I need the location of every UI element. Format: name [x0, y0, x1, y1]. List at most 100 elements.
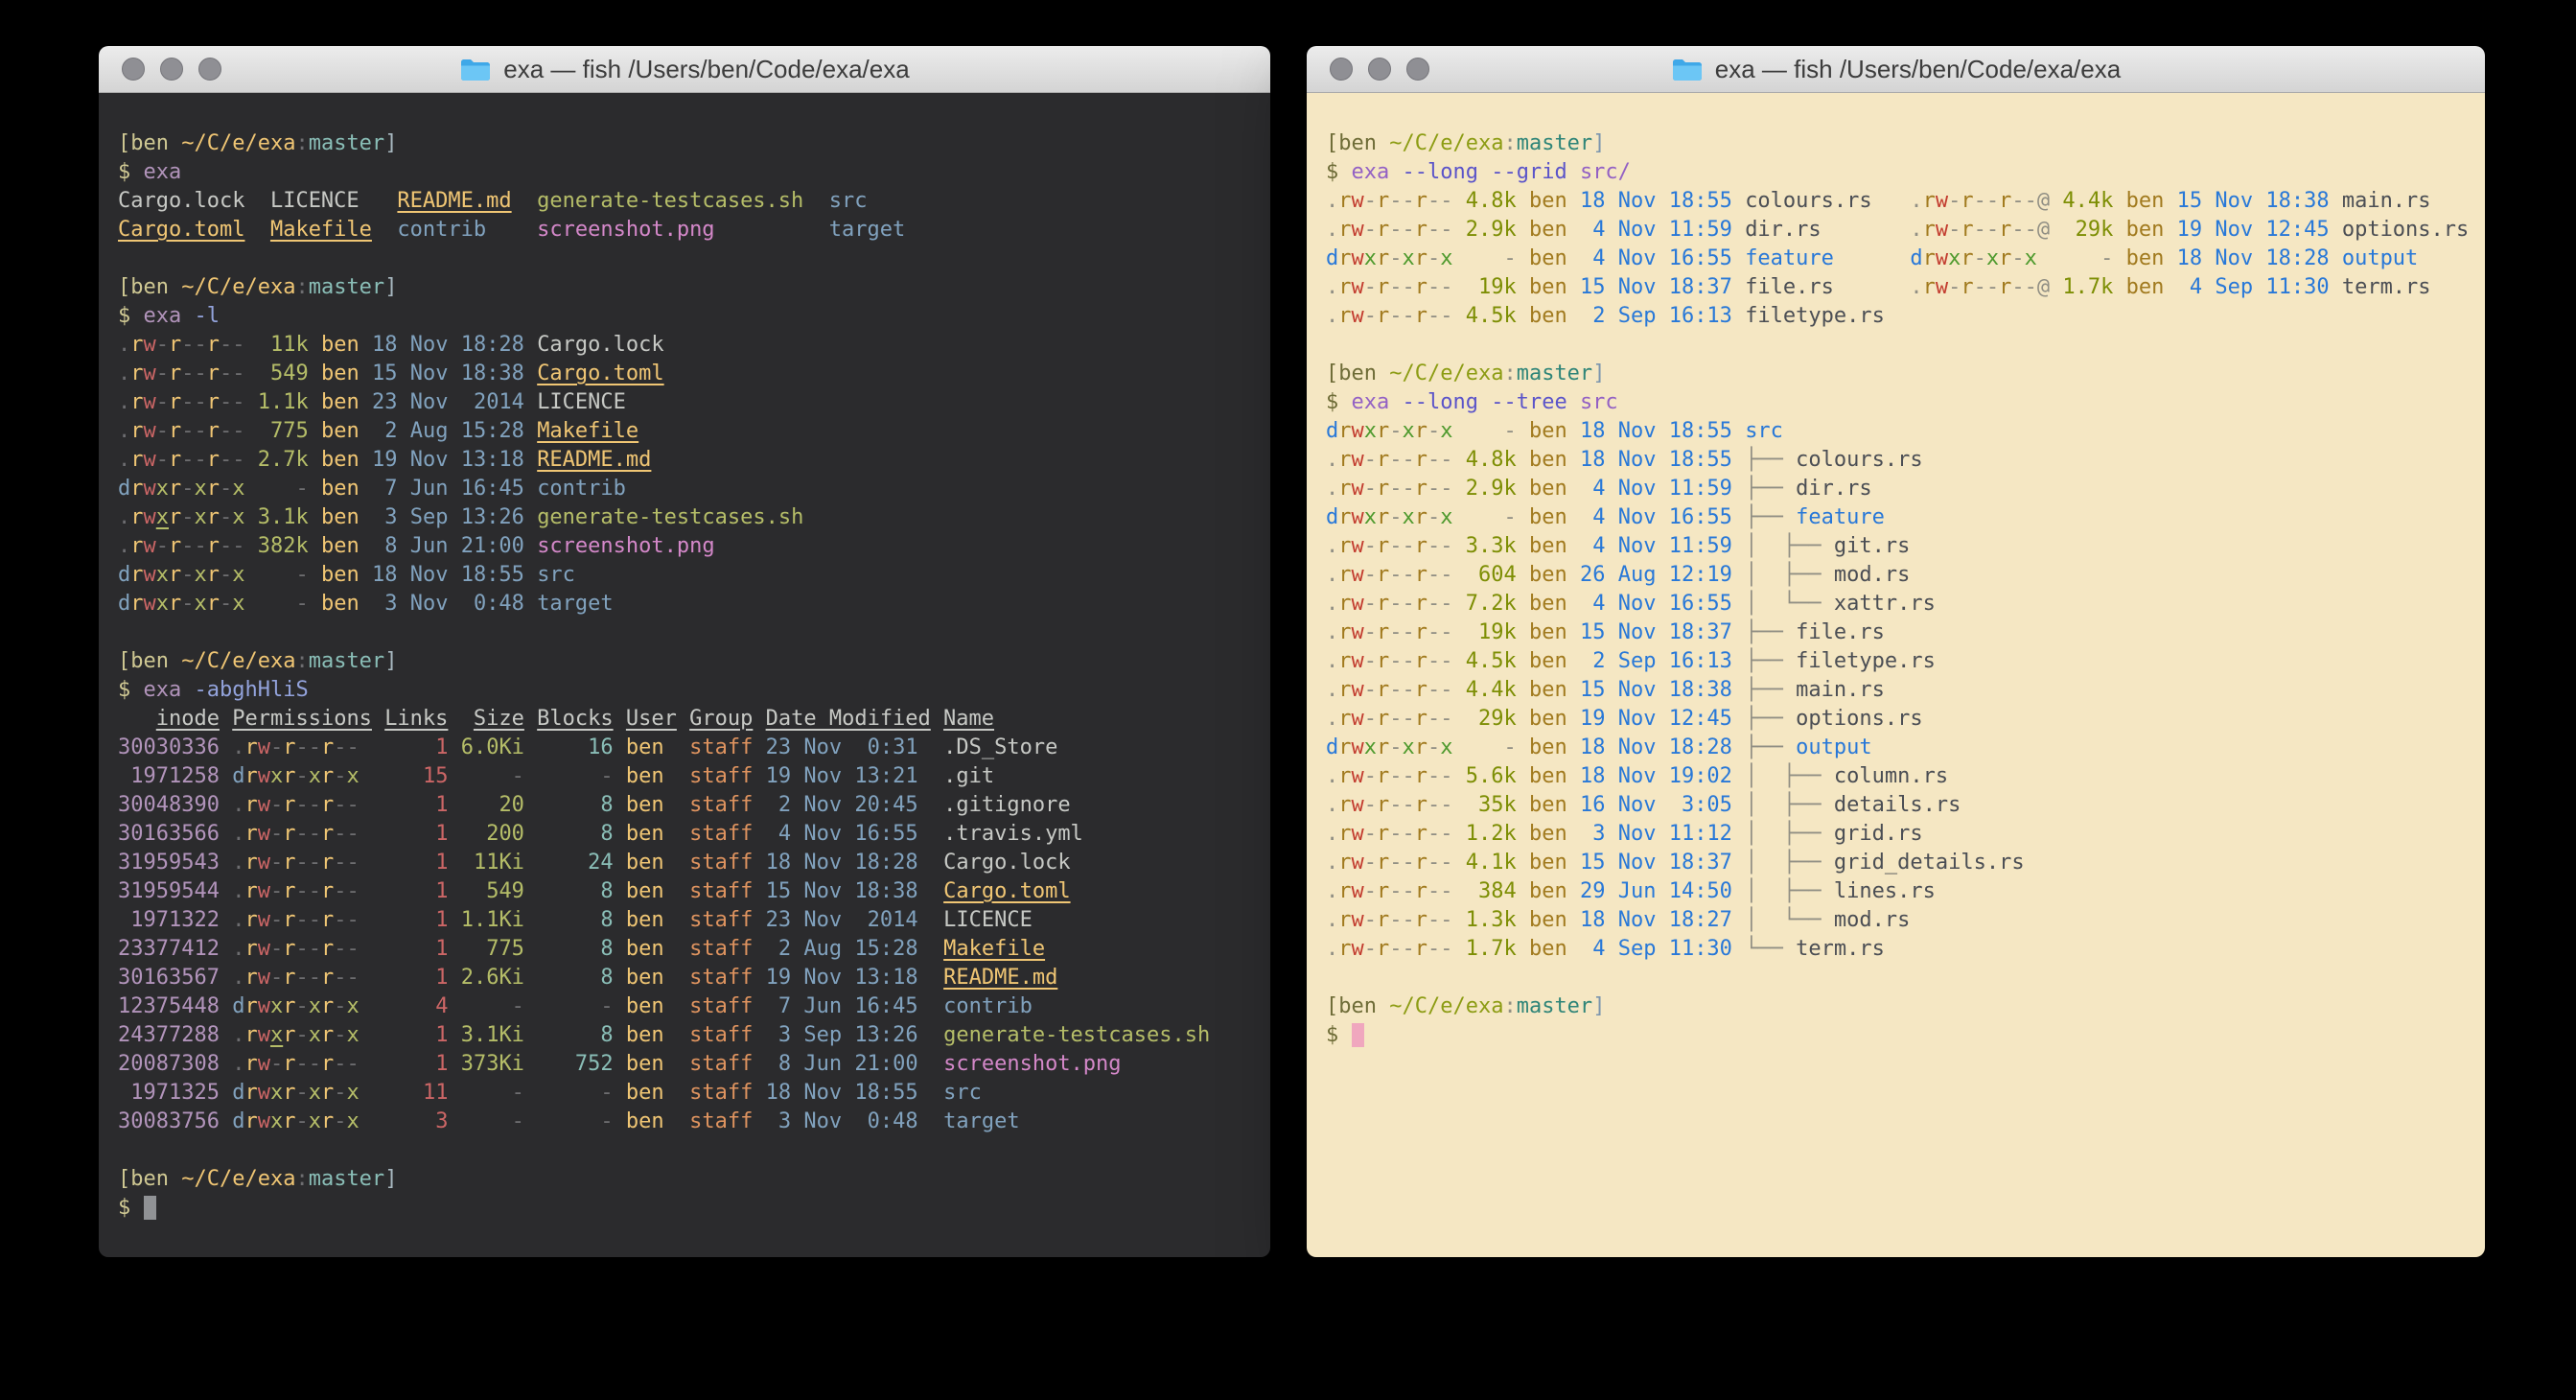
permission-char: -	[1440, 477, 1452, 501]
permission-char: -	[1389, 218, 1402, 242]
permission-char: d	[118, 563, 130, 587]
permission-char: .	[118, 333, 130, 357]
text-segment	[1517, 534, 1529, 558]
terminal-line: drwxr-xr-x - ben 18 Nov 18:55 src	[118, 561, 1270, 590]
permission-char: x	[195, 592, 207, 616]
terminal-output-light[interactable]: [ben ~/C/e/exa:master]$ exa --long --gri…	[1307, 93, 2485, 1257]
text-segment: 4 Sep 11:30	[1580, 937, 1732, 961]
text-segment	[448, 937, 460, 961]
permission-char: -	[1364, 448, 1377, 472]
permission-char: w	[144, 505, 156, 529]
permission-char: r	[1415, 592, 1427, 616]
zoom-button[interactable]	[1406, 58, 1429, 81]
terminal-line: .rw-r--r-- 4.8k ben 18 Nov 18:55 ├── col…	[1326, 446, 2485, 475]
permission-char: r	[1338, 534, 1351, 558]
text-segment: ben	[2126, 189, 2165, 213]
text-segment	[1453, 304, 1466, 328]
text-segment: ]	[384, 131, 397, 155]
permission-char: -	[270, 908, 283, 932]
text-segment	[220, 735, 232, 759]
text-segment: 8	[537, 937, 613, 961]
zoom-button[interactable]	[198, 58, 221, 81]
permission-char: x	[346, 764, 359, 788]
text-segment	[918, 735, 944, 759]
close-button[interactable]	[122, 58, 145, 81]
text-segment	[220, 707, 232, 731]
text-segment	[1822, 218, 1911, 242]
text-segment	[1567, 448, 1580, 472]
minimize-button[interactable]	[1368, 58, 1391, 81]
permission-char: x	[195, 505, 207, 529]
permission-char: r	[1338, 649, 1351, 673]
text-segment: options.rs	[2342, 218, 2469, 242]
text-segment: README.md	[537, 448, 651, 472]
text-segment: 384	[1466, 879, 1517, 903]
text-segment: ben	[1529, 534, 1567, 558]
text-segment: 18 Nov 18:28	[2177, 246, 2330, 270]
text-segment: Makefile	[537, 419, 638, 443]
text-segment	[918, 1109, 944, 1133]
close-button[interactable]	[1330, 58, 1353, 81]
text-segment	[753, 764, 765, 788]
permission-char: -	[1427, 419, 1440, 443]
text-segment	[1453, 419, 1466, 443]
permission-char: -	[1427, 275, 1440, 299]
permission-char: -	[1440, 822, 1452, 846]
text-segment: 6.0Ki	[461, 735, 524, 759]
text-segment: contrib	[397, 218, 486, 242]
text-segment	[614, 966, 626, 990]
text-segment: 3 Nov 0:48	[766, 1109, 918, 1133]
text-segment: screenshot.png	[537, 534, 714, 558]
text-segment: 29k	[2062, 218, 2113, 242]
permission-char: .	[118, 448, 130, 472]
text-segment	[524, 851, 537, 875]
text-segment: ben	[626, 822, 664, 846]
text-segment	[118, 707, 156, 731]
permission-char: r	[321, 879, 334, 903]
text-segment	[2164, 218, 2176, 242]
permission-char: -	[346, 879, 359, 903]
text-segment: ben	[1529, 822, 1567, 846]
text-segment: 16 Nov 3:05	[1580, 793, 1732, 817]
text-segment: Cargo.toml	[537, 362, 663, 385]
text-segment: -	[537, 1081, 613, 1105]
text-segment	[1453, 793, 1466, 817]
text-segment: master	[309, 131, 384, 155]
text-segment: $	[118, 678, 144, 702]
text-segment	[614, 793, 626, 817]
text-segment	[360, 908, 385, 932]
text-segment	[1453, 275, 1466, 299]
desktop-background: { "page": {"background": "#000000"}, "wi…	[0, 0, 2576, 1400]
permission-char: -	[1440, 678, 1452, 702]
permission-char: w	[1352, 189, 1364, 213]
title-bar[interactable]: exa — fish /Users/ben/Code/exa/exa	[1307, 46, 2485, 93]
permission-char: -	[1427, 592, 1440, 616]
text-segment: .git	[943, 764, 994, 788]
text-segment: -	[461, 1109, 524, 1133]
text-segment: README.md	[943, 966, 1057, 990]
text-segment: xattr.rs	[1834, 592, 1936, 616]
terminal-output-dark[interactable]: [ben ~/C/e/exa:master]$ exaCargo.lock LI…	[99, 93, 1270, 1257]
text-segment	[524, 592, 537, 616]
terminal-line: .rw-r--r-- 1.3k ben 18 Nov 18:27 │ └── m…	[1326, 906, 2485, 935]
permission-char: x	[232, 477, 244, 501]
permission-char: -	[1986, 218, 1999, 242]
permission-char: -	[295, 994, 308, 1018]
terminal-line	[118, 1136, 1270, 1165]
title-bar[interactable]: exa — fish /Users/ben/Code/exa/exa	[99, 46, 1270, 93]
permission-char: -	[181, 563, 194, 587]
minimize-button[interactable]	[160, 58, 183, 81]
terminal-line: .rw-r--r-- 382k ben 8 Jun 21:00 screensh…	[118, 532, 1270, 561]
text-segment: 8	[537, 966, 613, 990]
text-segment	[1453, 879, 1466, 903]
permission-char: -	[1389, 477, 1402, 501]
text-segment: User	[626, 707, 677, 731]
text-segment: 1	[384, 1052, 448, 1076]
permission-char: -	[181, 419, 194, 443]
text-segment	[753, 851, 765, 875]
permission-char: r	[1961, 275, 1973, 299]
terminal-line: .rw-r--r-- 11k ben 18 Nov 18:28 Cargo.lo…	[118, 331, 1270, 360]
text-segment: 8	[537, 1023, 613, 1047]
permission-char: -	[346, 822, 359, 846]
text-segment	[614, 1081, 626, 1105]
